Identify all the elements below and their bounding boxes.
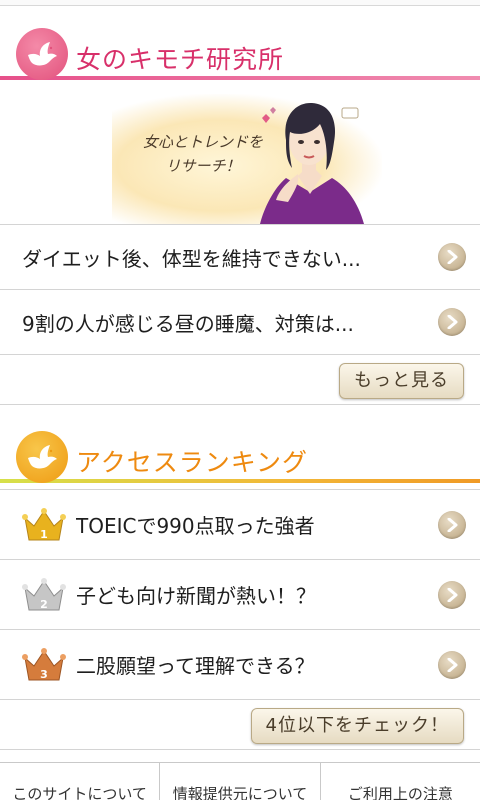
chevron-right-icon[interactable]: [438, 650, 466, 679]
research-section-header: 女のキモチ研究所: [0, 6, 480, 80]
ranking-title: TOEICで990点取った強者: [76, 514, 315, 538]
banner-woman-illustration: [260, 102, 364, 224]
gold-crown-icon: 1: [22, 507, 66, 541]
rank-number: 1: [40, 528, 48, 541]
research-article-list: ダイエット後、体型を維持できない... 9割の人が感じる昼の睡魔、対策は... …: [0, 224, 480, 405]
silver-crown-icon: 2: [22, 577, 66, 611]
footer-link-terms[interactable]: ご利用上の注意: [321, 763, 480, 800]
chevron-right-icon[interactable]: [438, 580, 466, 609]
ranking-row-2[interactable]: 2 子ども向け新聞が熱い！？: [0, 560, 480, 630]
rank-number: 2: [40, 598, 48, 611]
research-section-title: 女のキモチ研究所: [76, 45, 285, 74]
chevron-right-icon[interactable]: [438, 243, 466, 271]
ranking-title: 子ども向け新聞が熱い！？: [76, 584, 316, 608]
article-title: 9割の人が感じる昼の睡魔、対策は...: [22, 311, 354, 336]
article-row[interactable]: 9割の人が感じる昼の睡魔、対策は...: [0, 290, 480, 355]
dove-badge-icon: [16, 431, 68, 483]
footer-nav: このサイトについて 情報提供元について ご利用上の注意: [0, 762, 480, 800]
chevron-right-icon[interactable]: [438, 308, 466, 336]
check-more-ranking-button[interactable]: 4位以下をチェック！: [250, 708, 464, 744]
research-section-underline: [0, 76, 480, 80]
research-banner[interactable]: 女心とトレンドを リサーチ！: [0, 82, 480, 224]
footer-link-provider[interactable]: 情報提供元について: [160, 763, 321, 800]
rank-number: 3: [40, 668, 48, 681]
article-title: ダイエット後、体型を維持できない...: [22, 246, 361, 271]
ranking-row-1[interactable]: 1 TOEICで990点取った強者: [0, 490, 480, 560]
ranking-section-underline: [0, 479, 480, 483]
bronze-crown-icon: 3: [22, 647, 66, 681]
ranking-title: 二股願望って理解できる？: [76, 654, 315, 678]
chevron-right-icon[interactable]: [438, 510, 466, 539]
ranking-list: 1 TOEICで990点取った強者 2 子ども向け新聞が熱い！？ 3 二股願望っ…: [0, 489, 480, 750]
more-button-row: もっと見る: [0, 355, 480, 405]
ranking-section-title: アクセスランキング: [76, 448, 309, 477]
dove-badge-icon: [16, 28, 68, 80]
footer-link-about[interactable]: このサイトについて: [0, 763, 161, 800]
article-row[interactable]: ダイエット後、体型を維持できない...: [0, 225, 480, 290]
more-button[interactable]: もっと見る: [339, 363, 464, 399]
check-button-row: 4位以下をチェック！: [0, 700, 480, 750]
ranking-section-header: アクセスランキング: [0, 409, 480, 483]
ranking-row-3[interactable]: 3 二股願望って理解できる？: [0, 630, 480, 700]
